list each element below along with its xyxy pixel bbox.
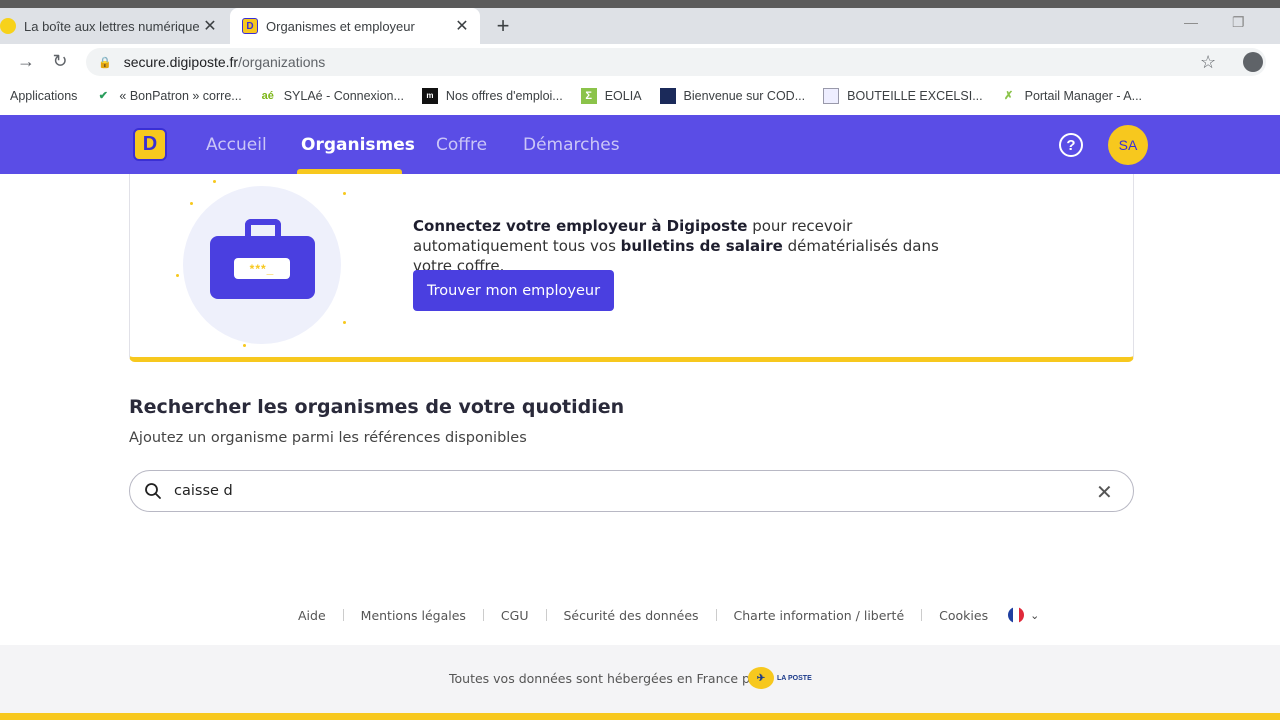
sparkle-dot	[343, 321, 346, 324]
digiposte-logo-icon[interactable]: D	[133, 128, 167, 161]
reload-icon[interactable]: ↻	[48, 51, 72, 72]
bookmark-portail-manager[interactable]: ✗ Portail Manager - A...	[1001, 88, 1142, 104]
help-icon[interactable]: ?	[1059, 133, 1083, 157]
search-section-subtitle: Ajoutez un organisme parmi les référence…	[129, 430, 527, 446]
footer-separator	[921, 609, 923, 621]
tab-organismes[interactable]: D Organismes et employeur ✕	[230, 8, 480, 44]
bookmark-label: BOUTEILLE EXCELSI...	[847, 88, 983, 103]
nav-demarches[interactable]: Démarches	[523, 135, 620, 155]
bookmark-bouteille[interactable]: BOUTEILLE EXCELSI...	[823, 87, 983, 104]
tab-boite-aux-lettres[interactable]: La boîte aux lettres numérique, in ✕	[0, 8, 228, 44]
bookmark-label: « BonPatron » corre...	[119, 88, 242, 103]
digiposte-favicon-icon: D	[242, 18, 258, 34]
footer-hosting: Toutes vos données sont hébergées en Fra…	[0, 645, 1280, 713]
chevron-down-icon[interactable]: ⌄	[1030, 609, 1039, 622]
footer-link-mentions-legales[interactable]: Mentions légales	[361, 608, 466, 623]
clear-search-icon[interactable]: ✕	[1096, 480, 1113, 505]
forward-icon[interactable]: →	[14, 51, 38, 72]
french-flag-icon[interactable]	[1008, 607, 1025, 623]
sparkle-dot	[343, 192, 346, 195]
tab-bar: La boîte aux lettres numérique, in ✕ D O…	[0, 8, 1280, 44]
footer-separator	[482, 609, 484, 621]
runner-icon: ✗	[1004, 90, 1014, 102]
laposte-logo-text: LA POSTE	[777, 674, 812, 682]
bookmark-label: Nos offres d'emploi...	[445, 88, 563, 103]
tab-close-icon[interactable]: ✕	[200, 16, 220, 36]
bookmark-cod[interactable]: Bienvenue sur COD...	[659, 87, 806, 104]
organism-search-box: ✕	[129, 470, 1134, 512]
bookmark-offres-emploi[interactable]: m Nos offres d'emploi...	[421, 87, 563, 104]
new-tab-icon[interactable]: +	[490, 13, 516, 39]
bookmark-sylae[interactable]: aé SYLAé - Connexion...	[260, 88, 404, 104]
address-bar: → ↻ 🔒 secure.digiposte.fr/organizations …	[0, 44, 1280, 80]
bookmark-label: Applications	[10, 88, 78, 103]
window-top-strip	[0, 0, 1280, 8]
bookmark-label: SYLAé - Connexion...	[283, 88, 404, 103]
footer-link-aide[interactable]: Aide	[298, 608, 326, 623]
sylae-logo-icon: aé	[261, 89, 274, 102]
cod-logo-icon	[659, 87, 676, 104]
organism-search-input[interactable]	[174, 479, 1074, 503]
tab-title: La boîte aux lettres numérique, in	[24, 18, 200, 34]
app-header: D Accueil Organismes Coffre Démarches ? …	[0, 115, 1280, 174]
card-text-bold-2: bulletins de salaire	[620, 237, 783, 255]
restore-icon[interactable]: ❐	[1232, 14, 1245, 31]
profile-icon[interactable]	[1243, 52, 1263, 72]
employer-card-text: Connectez votre employeur à Digiposte po…	[413, 216, 973, 276]
password-label-icon: ***_	[234, 258, 290, 279]
url-field[interactable]: 🔒 secure.digiposte.fr/organizations	[86, 48, 1266, 76]
footer-separator	[342, 609, 344, 621]
sparkle-dot	[213, 180, 216, 183]
card-text-bold-1: Connectez votre employeur à Digiposte	[413, 217, 748, 235]
footer-link-charte[interactable]: Charte information / liberté	[734, 608, 905, 623]
nav-accueil[interactable]: Accueil	[206, 135, 267, 155]
sparkle-dot	[176, 274, 179, 277]
tab-favicon-icon	[0, 18, 16, 34]
bookmark-eolia[interactable]: Σ EOLIA	[580, 87, 642, 104]
eolia-logo-icon: Σ	[580, 87, 597, 104]
bookmark-applications[interactable]: Applications	[10, 89, 77, 103]
nav-organismes[interactable]: Organismes	[301, 135, 415, 155]
search-icon	[145, 483, 161, 499]
bookmark-bonpatron[interactable]: ✔ « BonPatron » corre...	[95, 88, 242, 104]
check-badge-icon: ✔	[98, 90, 109, 102]
lock-icon: 🔒	[98, 56, 112, 69]
footer-yellow-bar	[0, 713, 1280, 720]
footer-link-cookies[interactable]: Cookies	[939, 608, 988, 623]
footer-separator	[545, 609, 547, 621]
laposte-bird-icon: ✈	[748, 667, 774, 689]
footer-links: Aide Mentions légales CGU Sécurité des d…	[298, 607, 1039, 623]
footer-separator	[715, 609, 717, 621]
bookmark-label: Portail Manager - A...	[1024, 88, 1143, 103]
sparkle-dot	[190, 202, 193, 205]
url-path: /organizations	[238, 54, 326, 70]
bookmark-star-icon[interactable]: ☆	[1200, 52, 1216, 73]
find-employer-button[interactable]: Trouver mon employeur	[413, 270, 614, 311]
sparkle-dot	[243, 344, 246, 347]
hosting-note: Toutes vos données sont hébergées en Fra…	[449, 671, 763, 686]
minimize-icon[interactable]: —	[1184, 14, 1198, 30]
document-icon	[823, 87, 840, 104]
footer-link-cgu[interactable]: CGU	[501, 608, 529, 623]
bookmarks-bar: Applications ✔ « BonPatron » corre... aé…	[0, 80, 1280, 111]
bookmark-label: Bienvenue sur COD...	[683, 88, 806, 103]
search-section-title: Rechercher les organismes de votre quoti…	[129, 396, 625, 418]
avatar[interactable]: SA	[1108, 125, 1148, 165]
footer-link-securite[interactable]: Sécurité des données	[564, 608, 699, 623]
bookmark-label: EOLIA	[604, 88, 642, 103]
nav-coffre[interactable]: Coffre	[436, 135, 487, 155]
tab-title: Organismes et employeur	[266, 18, 415, 34]
tab-close-icon[interactable]: ✕	[452, 16, 472, 36]
ml-logo-icon: m	[421, 87, 438, 104]
laposte-logo-icon: ✈ LA POSTE	[748, 667, 812, 689]
url-host: secure.digiposte.fr	[123, 54, 239, 70]
employer-card: ***_ Connectez votre employeur à Digipos…	[129, 174, 1134, 362]
